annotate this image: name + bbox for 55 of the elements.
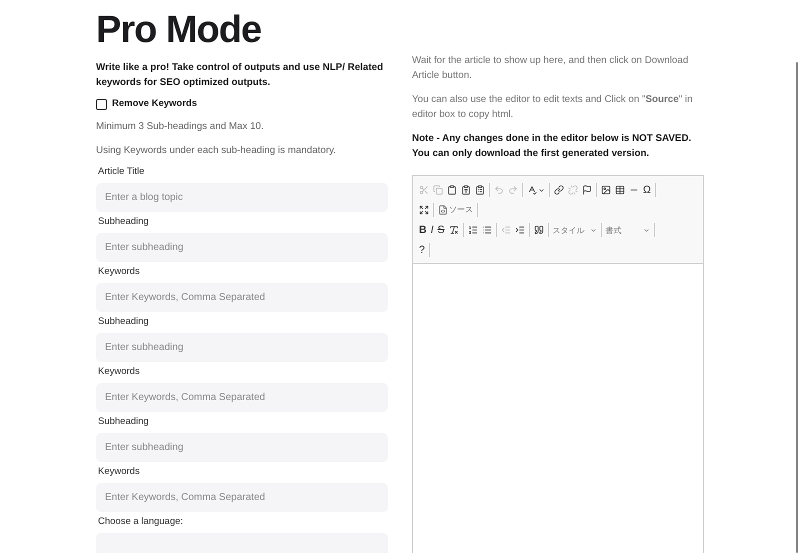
format-dropdown[interactable]: 書式	[604, 222, 652, 238]
field-label: Subheading	[98, 316, 150, 328]
flag-icon	[582, 185, 592, 195]
input-field[interactable]: Enter Keywords, Comma Separated	[96, 483, 388, 512]
toolbar-button[interactable]: I	[428, 222, 436, 238]
hint-text: Using Keywords under each sub-heading is mandatory.	[96, 144, 337, 158]
toolbar-button[interactable]: B	[417, 222, 429, 238]
field-label: Keywords	[98, 466, 141, 478]
scissors-icon	[419, 185, 429, 195]
table-icon	[615, 185, 625, 195]
field-label: Subheading	[98, 416, 150, 428]
input-field[interactable]: Enter Keywords, Comma Separated	[96, 283, 388, 312]
caret-icon	[642, 226, 650, 234]
clipboard-list-icon	[475, 185, 485, 195]
ordered-list-icon	[468, 225, 478, 235]
copy-icon	[433, 185, 443, 195]
toolbar-button[interactable]: ?	[417, 242, 427, 258]
clipboard-text-icon	[461, 185, 471, 195]
caret-icon	[590, 226, 597, 234]
clear-format-icon	[448, 225, 459, 235]
input-field[interactable]: Enter Keywords, Comma Separated	[96, 383, 388, 412]
warning-text: Note - Any changes done in the editor below is NOT SAVED. You can only download the first generated version.	[412, 132, 692, 161]
spellcheck-icon	[527, 185, 537, 195]
format-dropdown[interactable]: スタイル	[550, 222, 599, 238]
intro-text: Write like a pro! Take control of outputs and use NLP/ Related keywords for SEO optimized outputs.	[96, 61, 384, 90]
document-icon	[438, 205, 448, 215]
field-label: Article Title	[98, 166, 146, 178]
source-button[interactable]: ソース	[436, 202, 475, 218]
input-field[interactable]: Enter subheading	[96, 333, 388, 362]
page-title: Pro Mode	[96, 9, 262, 51]
input-field[interactable]: Enter subheading	[96, 233, 388, 262]
unlink-icon	[568, 185, 578, 195]
field-label: Keywords	[98, 266, 141, 278]
redo-icon	[508, 185, 518, 195]
caret-icon	[538, 186, 545, 194]
field-label: Keywords	[98, 366, 141, 378]
quote-icon	[534, 225, 544, 235]
indent-icon	[514, 225, 525, 235]
instruction-text: Wait for the article to show up here, and then click on Download Article button.	[412, 54, 690, 83]
hint-text: Minimum 3 Sub-headings and Max 10.	[96, 120, 265, 134]
image-icon	[601, 185, 611, 195]
checkbox[interactable]	[96, 98, 107, 110]
link-icon	[554, 185, 564, 195]
toolbar-button[interactable]: S	[436, 222, 447, 238]
input-field[interactable]: Enter a blog topic	[96, 183, 388, 212]
outdent-icon	[500, 225, 511, 235]
field-label: Subheading	[98, 216, 150, 228]
instruction-text: You can also use the editor to edit texts and Click on "Source" in editor box to copy html.	[412, 93, 694, 122]
clipboard-icon	[447, 185, 457, 195]
maximize-icon	[419, 205, 429, 215]
field-label: Choose a language:	[98, 516, 184, 528]
undo-icon	[494, 185, 504, 195]
checkbox-label: Remove Keywords	[112, 97, 198, 111]
toolbar-button[interactable]: Ω	[641, 182, 653, 198]
input-field[interactable]: Enter subheading	[96, 433, 388, 462]
